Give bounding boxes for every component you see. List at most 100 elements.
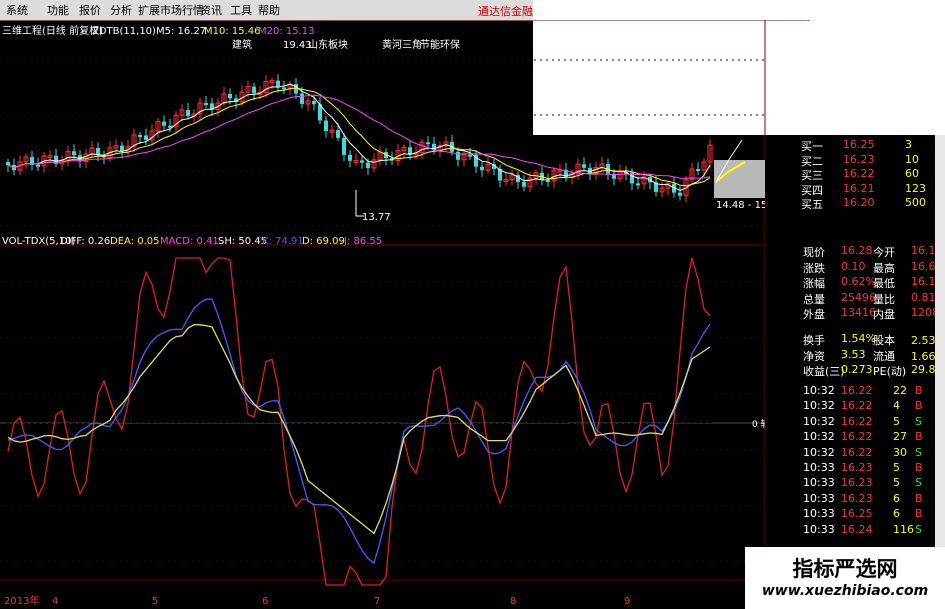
indicator-bar: [462, 423, 466, 445]
indicator-bar: [690, 333, 694, 423]
menu-item[interactable]: 工具: [230, 2, 252, 18]
quote-panel: 买一 16.25 3 买二 16.23 10 买三 16.22 60 买四 16.21 123 买五 16…: [765, 135, 945, 609]
indicator-bar: [444, 419, 448, 423]
quote-label: 最低: [873, 277, 895, 291]
ma10-label: M10: 15.46: [204, 26, 261, 37]
candlestick-series: [6, 74, 713, 203]
bid-price: 16.23: [843, 152, 875, 166]
indicator-bar: [666, 353, 670, 423]
sub-legend-item: J: 86.55: [343, 236, 382, 247]
candle-body: [282, 87, 286, 90]
bid-label: 买一: [801, 140, 823, 153]
stat-value: 29.8: [911, 363, 936, 377]
indicator-bar: [162, 311, 166, 423]
bid-label: 买四: [801, 183, 823, 197]
tick-volume: 30: [893, 445, 907, 459]
candle-body: [72, 151, 76, 156]
indicator-bar: [414, 420, 418, 423]
indicator-bar: [366, 423, 370, 567]
candle-body: [678, 192, 682, 196]
stat-label: 股本: [873, 334, 895, 347]
candle-body: [228, 94, 232, 99]
indicator-lines: [7, 257, 711, 586]
tick-volume: 5: [893, 476, 900, 490]
candle-body: [294, 84, 298, 94]
candle-body: [300, 93, 304, 104]
tick-volume: 5: [893, 414, 900, 428]
bid-price: 16.20: [843, 196, 875, 210]
bid-label: 买三: [801, 169, 823, 183]
menu-item[interactable]: 报价: [79, 2, 101, 18]
menu-item[interactable]: 分析: [110, 2, 132, 18]
sub-legend-item: MACD: 0.41: [160, 236, 219, 247]
x-axis-label: 7: [374, 596, 380, 607]
quote-row: 现价 16.28 今开 16.15: [765, 244, 945, 259]
indicator-bar: [30, 423, 34, 434]
stat-label: 净资: [803, 349, 825, 363]
tick-volume: 5: [893, 461, 900, 474]
menu-item[interactable]: 功能: [47, 2, 69, 18]
bid-volume: 500: [905, 196, 926, 210]
tick-time: 10:33: [803, 522, 835, 536]
indicator-bar: [402, 415, 406, 423]
bid-row: 买一 16.25 3: [765, 138, 945, 153]
tick-row: 10:32 16.22 4 B: [765, 399, 945, 413]
sub-legend-item: DEA: 0.05: [110, 236, 160, 247]
watermark-title: 指标严选网: [792, 557, 898, 581]
candle-body: [522, 181, 526, 187]
menu-item[interactable]: 帮助: [258, 2, 280, 18]
indicator-bar: [378, 423, 382, 463]
bid-price: 16.25: [843, 138, 875, 151]
indicator-bar: [576, 423, 580, 442]
indicator-bar: [222, 363, 226, 423]
tick-side: B: [915, 461, 923, 474]
indicator-bar: [708, 318, 712, 423]
quote-label: 内盘: [873, 308, 895, 322]
tick-price: 16.23: [841, 491, 873, 505]
tick-row: 10:33 16.23 5 B: [765, 461, 945, 475]
bid-volume: 123: [905, 181, 926, 195]
indicator-bar: [228, 378, 232, 423]
indicator-bar: [264, 414, 268, 423]
tick-price: 16.22: [841, 414, 873, 428]
x-axis-label: 6: [262, 596, 268, 607]
quote-value: 13416: [841, 306, 876, 320]
indicator-bar: [492, 423, 496, 445]
menu-item[interactable]: 扩展市场行情: [138, 2, 204, 18]
bid-row: 买二 16.23 10: [765, 152, 945, 168]
indicator-bar: [564, 339, 568, 423]
tick-row: 10:32 16.22 30 S: [765, 446, 945, 460]
tick-side: S: [915, 522, 922, 536]
menu-item[interactable]: 系统: [6, 2, 28, 18]
tick-side: B: [915, 430, 923, 444]
tick-row: 10:33 16.23 5 S: [765, 476, 945, 490]
tick-side: S: [915, 445, 922, 459]
tick-price: 16.22: [841, 399, 873, 413]
window-title-strip: [533, 0, 945, 20]
bid-price: 16.21: [843, 181, 875, 195]
indicator-bar: [408, 420, 412, 423]
menu-item[interactable]: 资讯: [200, 2, 222, 18]
candle-body: [204, 102, 208, 105]
theme-tag: 黄河三角: [382, 38, 422, 51]
quote-label: 涨幅: [803, 277, 825, 291]
theme-tag: 山东板块: [308, 38, 348, 51]
stock-chart[interactable]: 三维工程(日线 前复权)ZDTB(11,10) M5: 16.27M10: 15.…: [0, 20, 810, 609]
indicator-bar: [60, 423, 64, 446]
bid-label: 买二: [801, 154, 823, 168]
indicator-bar: [324, 423, 328, 525]
tick-volume: 22: [893, 384, 907, 397]
candle-body: [360, 160, 364, 163]
tick-price: 16.25: [841, 507, 873, 521]
side-scrollbar[interactable]: [935, 135, 945, 547]
quote-row: 涨跌 0.10 最高 16.64: [765, 260, 945, 275]
indicator-bar: [354, 423, 358, 555]
candle-body: [186, 109, 190, 117]
indicator-bar: [540, 363, 544, 423]
stat-label: PE(动): [873, 365, 907, 379]
low-label: 13.77: [362, 212, 391, 223]
candle-body: [336, 130, 340, 138]
tick-side: B: [915, 507, 923, 521]
x-axis-label: 8: [510, 596, 516, 607]
watermark-url: www.xuezhibiao.com: [761, 583, 929, 599]
